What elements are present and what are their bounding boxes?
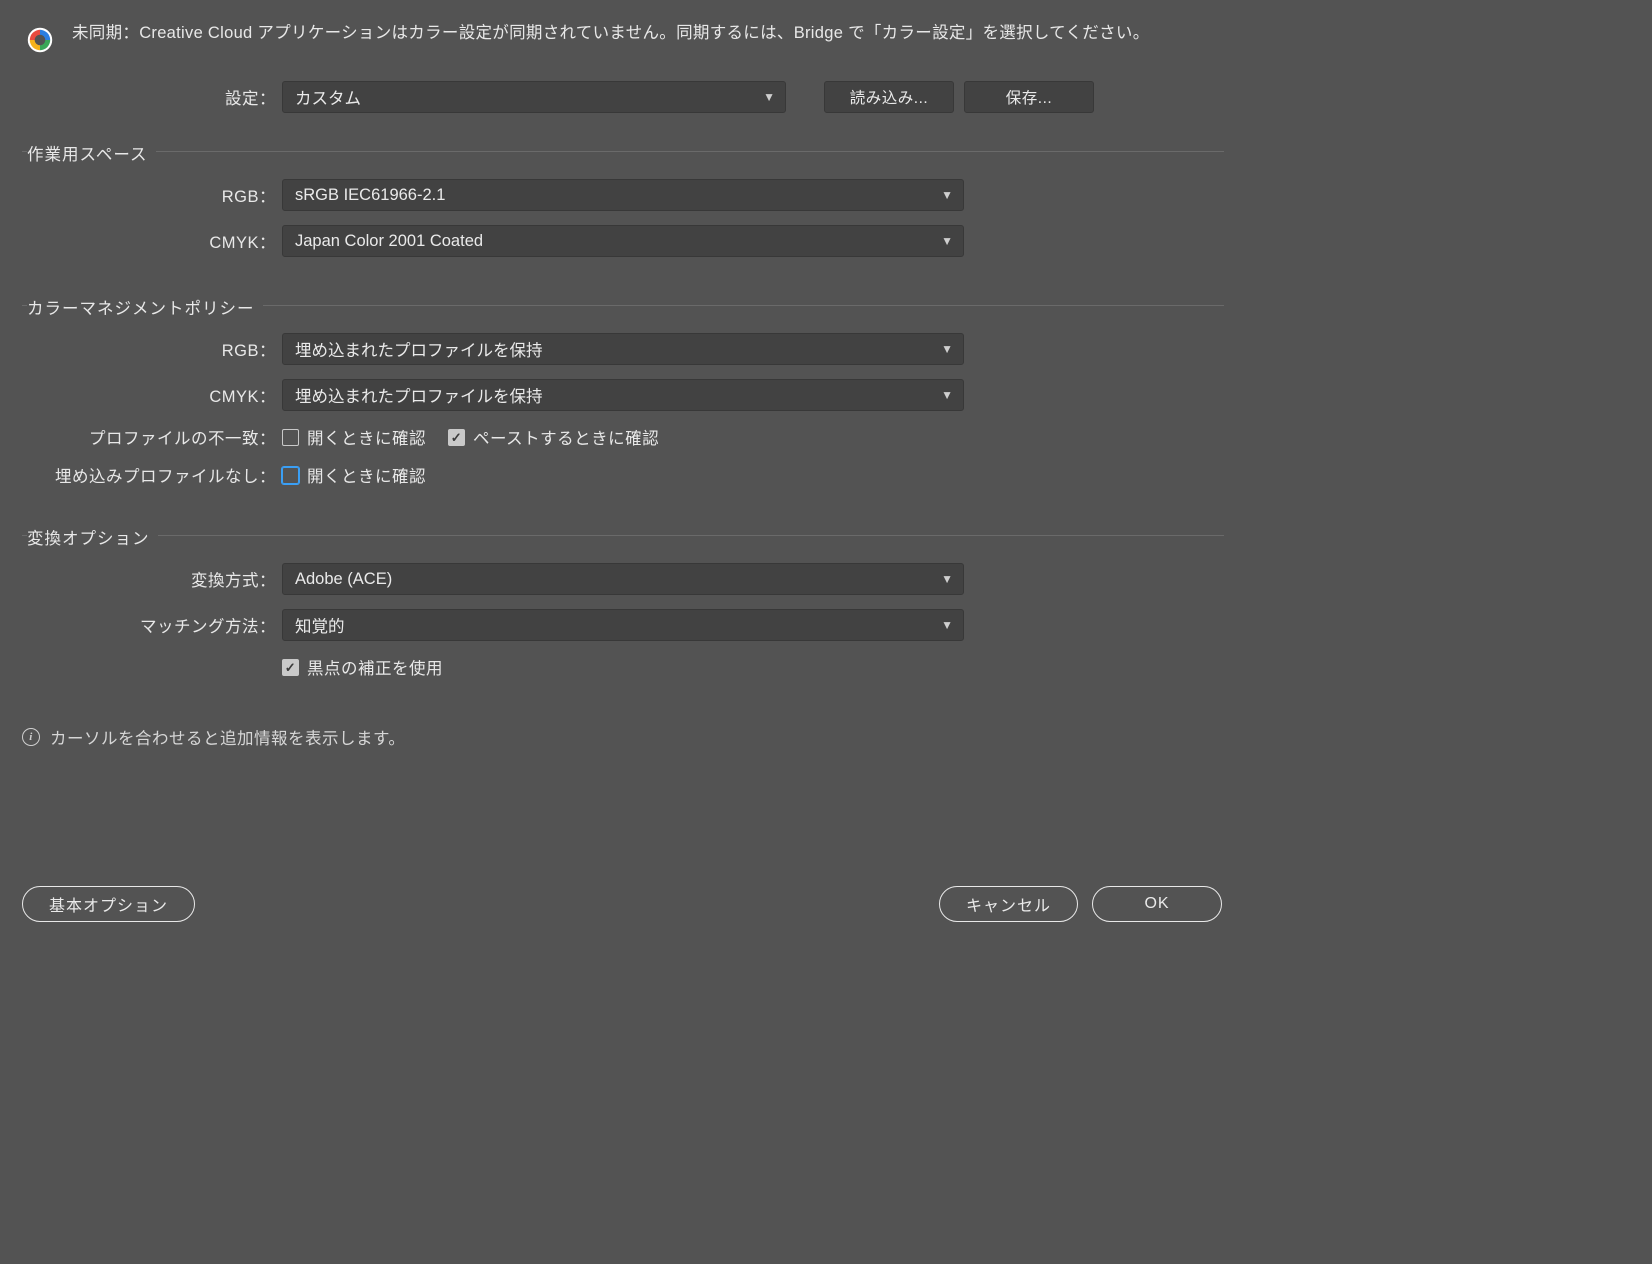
basic-options-button[interactable]: 基本オプション — [22, 886, 195, 922]
intent-value: 知覚的 — [295, 613, 345, 637]
chevron-down-icon: ▼ — [941, 188, 953, 202]
rgb-workspace-value: sRGB IEC61966-2.1 — [295, 186, 445, 205]
policy-cmyk-value: 埋め込まれたプロファイルを保持 — [295, 383, 543, 407]
group-color-policy: カラーマネジメントポリシー RGB： 埋め込まれたプロファイルを保持 ▼ CMY… — [22, 295, 1222, 497]
sync-message: 未同期：Creative Cloud アプリケーションはカラー設定が同期されてい… — [72, 20, 1150, 46]
settings-row: 設定： カスタム ▼ 読み込み... 保存... — [22, 81, 1222, 113]
engine-label: 変換方式： — [22, 567, 282, 591]
chevron-down-icon: ▼ — [941, 234, 953, 248]
cmyk-workspace-value: Japan Color 2001 Coated — [295, 232, 483, 251]
chevron-down-icon: ▼ — [941, 618, 953, 632]
hover-info-text: カーソルを合わせると追加情報を表示します。 — [50, 725, 405, 749]
blackpoint-checkbox[interactable]: 黒点の補正を使用 — [282, 655, 443, 679]
engine-value: Adobe (ACE) — [295, 570, 392, 589]
policy-rgb-label: RGB： — [22, 337, 282, 361]
rgb-label: RGB： — [22, 183, 282, 207]
load-button[interactable]: 読み込み... — [824, 81, 954, 113]
chevron-down-icon: ▼ — [941, 572, 953, 586]
mismatch-ask-paste-checkbox[interactable]: ペーストするときに確認 — [448, 425, 659, 449]
intent-label: マッチング方法： — [22, 613, 282, 637]
engine-dropdown[interactable]: Adobe (ACE) ▼ — [282, 563, 964, 595]
settings-label: 設定： — [22, 85, 282, 109]
dialog-footer: 基本オプション キャンセル OK — [22, 886, 1222, 922]
ok-button[interactable]: OK — [1092, 886, 1222, 922]
group-color-policy-title: カラーマネジメントポリシー — [27, 295, 263, 319]
mismatch-ask-open-checkbox[interactable]: 開くときに確認 — [282, 425, 426, 449]
chevron-down-icon: ▼ — [941, 342, 953, 356]
cancel-button[interactable]: キャンセル — [939, 886, 1078, 922]
settings-value: カスタム — [295, 85, 361, 109]
chevron-down-icon: ▼ — [941, 388, 953, 402]
info-icon: i — [22, 728, 40, 746]
policy-rgb-dropdown[interactable]: 埋め込まれたプロファイルを保持 ▼ — [282, 333, 964, 365]
rgb-workspace-dropdown[interactable]: sRGB IEC61966-2.1 ▼ — [282, 179, 964, 211]
policy-cmyk-label: CMYK： — [22, 383, 282, 407]
profile-mismatch-label: プロファイルの不一致： — [22, 425, 282, 449]
cmyk-workspace-dropdown[interactable]: Japan Color 2001 Coated ▼ — [282, 225, 964, 257]
settings-dropdown[interactable]: カスタム ▼ — [282, 81, 786, 113]
chevron-down-icon: ▼ — [763, 90, 775, 104]
policy-cmyk-dropdown[interactable]: 埋め込まれたプロファイルを保持 ▼ — [282, 379, 964, 411]
checkbox-box-icon — [448, 429, 465, 446]
missing-profile-label: 埋め込みプロファイルなし： — [22, 463, 282, 487]
intent-dropdown[interactable]: 知覚的 ▼ — [282, 609, 964, 641]
checkbox-box-icon — [282, 429, 299, 446]
policy-rgb-value: 埋め込まれたプロファイルを保持 — [295, 337, 543, 361]
checkbox-box-icon — [282, 659, 299, 676]
save-button[interactable]: 保存... — [964, 81, 1094, 113]
group-conversion-title: 変換オプション — [27, 525, 158, 549]
group-conversion-options: 変換オプション 変換方式： Adobe (ACE) ▼ マッチング方法： 知覚的… — [22, 525, 1222, 689]
checkbox-box-icon — [282, 467, 299, 484]
sync-header: 未同期：Creative Cloud アプリケーションはカラー設定が同期されてい… — [22, 20, 1222, 63]
missing-ask-open-checkbox[interactable]: 開くときに確認 — [282, 463, 426, 487]
cloud-sync-icon — [22, 22, 58, 63]
group-working-spaces-title: 作業用スペース — [27, 141, 156, 165]
cmyk-label: CMYK： — [22, 229, 282, 253]
hover-info: i カーソルを合わせると追加情報を表示します。 — [22, 725, 1222, 749]
group-working-spaces: 作業用スペース RGB： sRGB IEC61966-2.1 ▼ CMYK： J… — [22, 141, 1222, 267]
